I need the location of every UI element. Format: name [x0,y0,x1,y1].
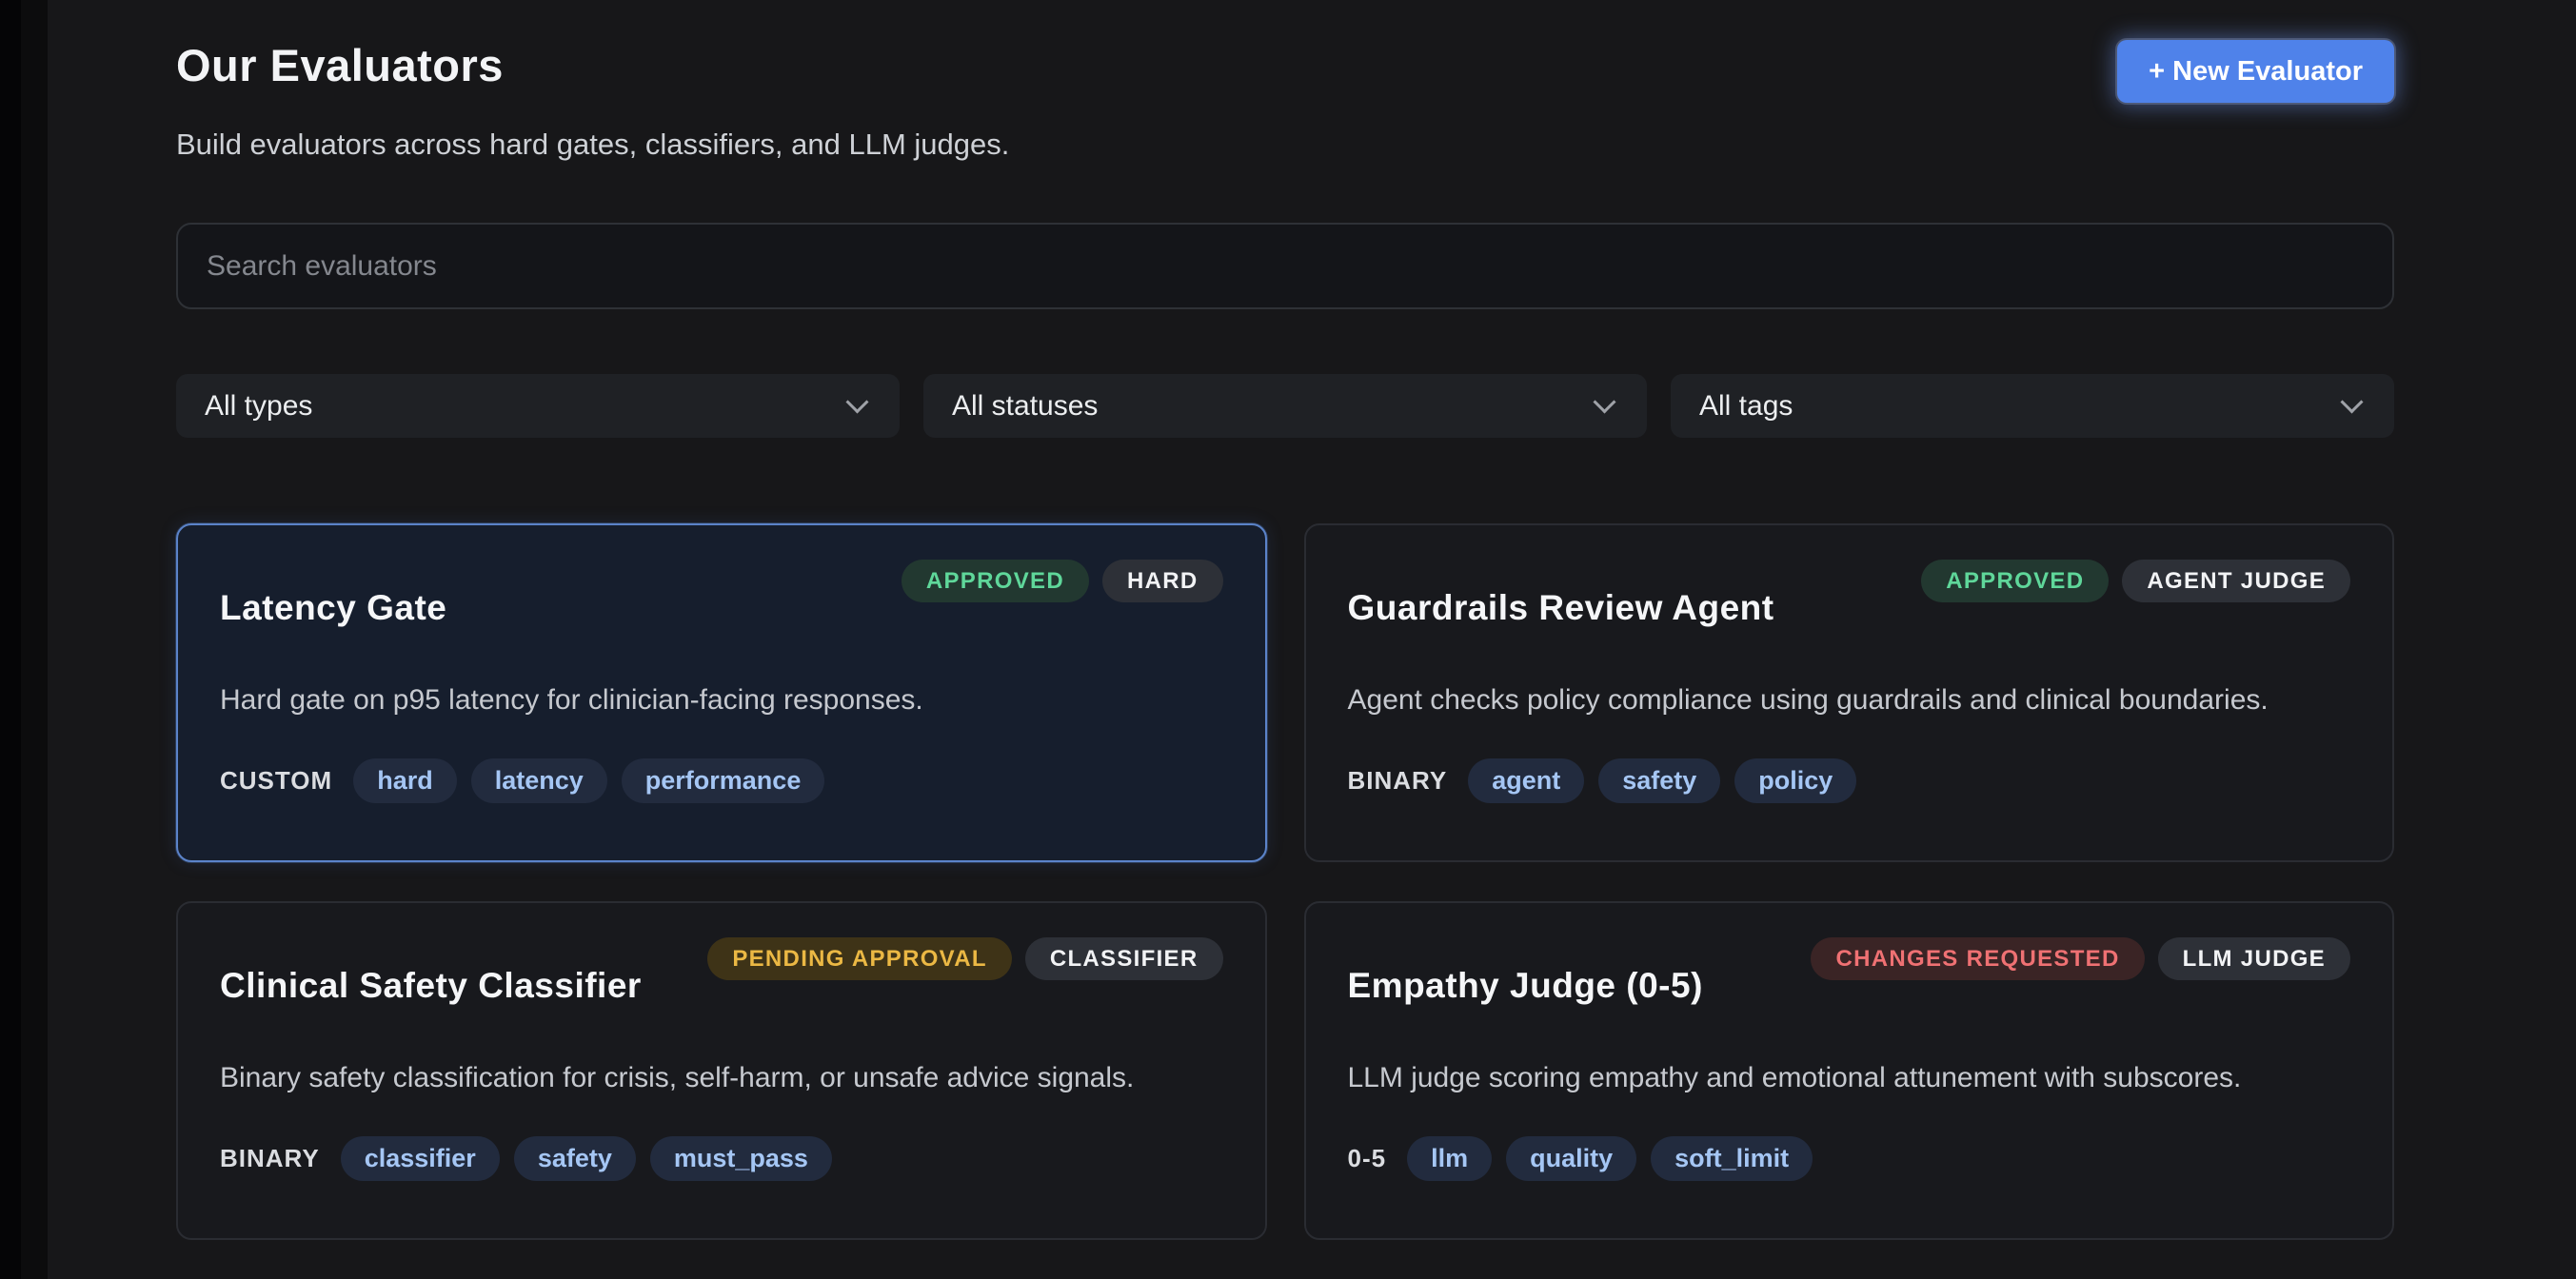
card-description: Agent checks policy compliance using gua… [1348,681,2351,718]
page-header: Our Evaluators + New Evaluator [176,0,2394,103]
tag-pill: must_pass [650,1136,832,1181]
tag-pill: quality [1506,1136,1636,1181]
window-edge-outer [0,0,21,1279]
tag-pill: safety [514,1136,636,1181]
tag-pill: llm [1407,1136,1492,1181]
chevron-down-icon [1593,390,1615,413]
card-description: Hard gate on p95 latency for clinician-f… [220,681,1223,718]
type-badge: AGENT JUDGE [2122,560,2350,602]
type-badge: CLASSIFIER [1025,937,1223,980]
badge-group: PENDING APPROVAL CLASSIFIER [707,937,1222,980]
evaluator-card[interactable]: Guardrails Review Agent APPROVED AGENT J… [1304,523,2395,862]
evaluator-card[interactable]: Clinical Safety Classifier PENDING APPRO… [176,901,1267,1240]
badge-group: APPROVED AGENT JUDGE [1921,560,2350,602]
evaluator-card[interactable]: Latency Gate APPROVED HARD Hard gate on … [176,523,1267,862]
tag-pill: soft_limit [1651,1136,1813,1181]
evaluator-card[interactable]: Empathy Judge (0-5) CHANGES REQUESTED LL… [1304,901,2395,1240]
tag-pill: classifier [341,1136,500,1181]
type-badge: LLM JUDGE [2158,937,2350,980]
evaluator-grid: Latency Gate APPROVED HARD Hard gate on … [176,523,2394,1240]
card-footer: BINARY classifier safety must_pass [220,1136,1223,1181]
badge-group: APPROVED HARD [902,560,1223,602]
card-footer: CUSTOM hard latency performance [220,758,1223,803]
status-badge: PENDING APPROVAL [707,937,1012,980]
filter-statuses-label: All statuses [952,390,1098,423]
page-subtitle: Build evaluators across hard gates, clas… [176,128,2394,162]
tag-pill: agent [1468,758,1584,803]
new-evaluator-button[interactable]: + New Evaluator [2117,40,2394,103]
filter-tags-dropdown[interactable]: All tags [1671,374,2394,438]
scale-label: CUSTOM [220,766,332,796]
chevron-down-icon [2340,390,2363,413]
status-badge: APPROVED [902,560,1089,602]
tag-list: hard latency performance [353,758,824,803]
scale-label: BINARY [1348,766,1448,796]
evaluators-page: Our Evaluators + New Evaluator Build eva… [176,0,2394,1240]
status-badge: CHANGES REQUESTED [1811,937,2144,980]
window-edge-inner [21,0,48,1279]
tag-pill: latency [471,758,607,803]
page-title: Our Evaluators [176,40,504,91]
card-description: LLM judge scoring empathy and emotional … [1348,1059,2351,1096]
scale-label: BINARY [220,1144,320,1173]
type-badge: HARD [1102,560,1223,602]
tag-list: agent safety policy [1468,758,1856,803]
badge-group: CHANGES REQUESTED LLM JUDGE [1811,937,2350,980]
tag-pill: policy [1734,758,1856,803]
card-header: Empathy Judge (0-5) CHANGES REQUESTED LL… [1348,937,2351,1006]
filter-types-label: All types [205,390,312,423]
tag-list: llm quality soft_limit [1407,1136,1813,1181]
filter-types-dropdown[interactable]: All types [176,374,900,438]
tag-list: classifier safety must_pass [341,1136,832,1181]
tag-pill: performance [622,758,825,803]
chevron-down-icon [845,390,868,413]
filter-tags-label: All tags [1699,390,1793,423]
card-title: Latency Gate [220,588,446,628]
card-footer: BINARY agent safety policy [1348,758,2351,803]
search-input[interactable] [176,223,2394,309]
tag-pill: hard [353,758,457,803]
scale-label: 0-5 [1348,1144,1387,1173]
tag-pill: safety [1598,758,1720,803]
card-header: Clinical Safety Classifier PENDING APPRO… [220,937,1223,1006]
card-description: Binary safety classification for crisis,… [220,1059,1223,1096]
card-title: Clinical Safety Classifier [220,966,642,1006]
filter-row: All types All statuses All tags [176,374,2394,438]
card-title: Empathy Judge (0-5) [1348,966,1703,1006]
card-header: Latency Gate APPROVED HARD [220,560,1223,628]
filter-statuses-dropdown[interactable]: All statuses [923,374,1647,438]
status-badge: APPROVED [1921,560,2109,602]
card-title: Guardrails Review Agent [1348,588,1774,628]
card-footer: 0-5 llm quality soft_limit [1348,1136,2351,1181]
card-header: Guardrails Review Agent APPROVED AGENT J… [1348,560,2351,628]
